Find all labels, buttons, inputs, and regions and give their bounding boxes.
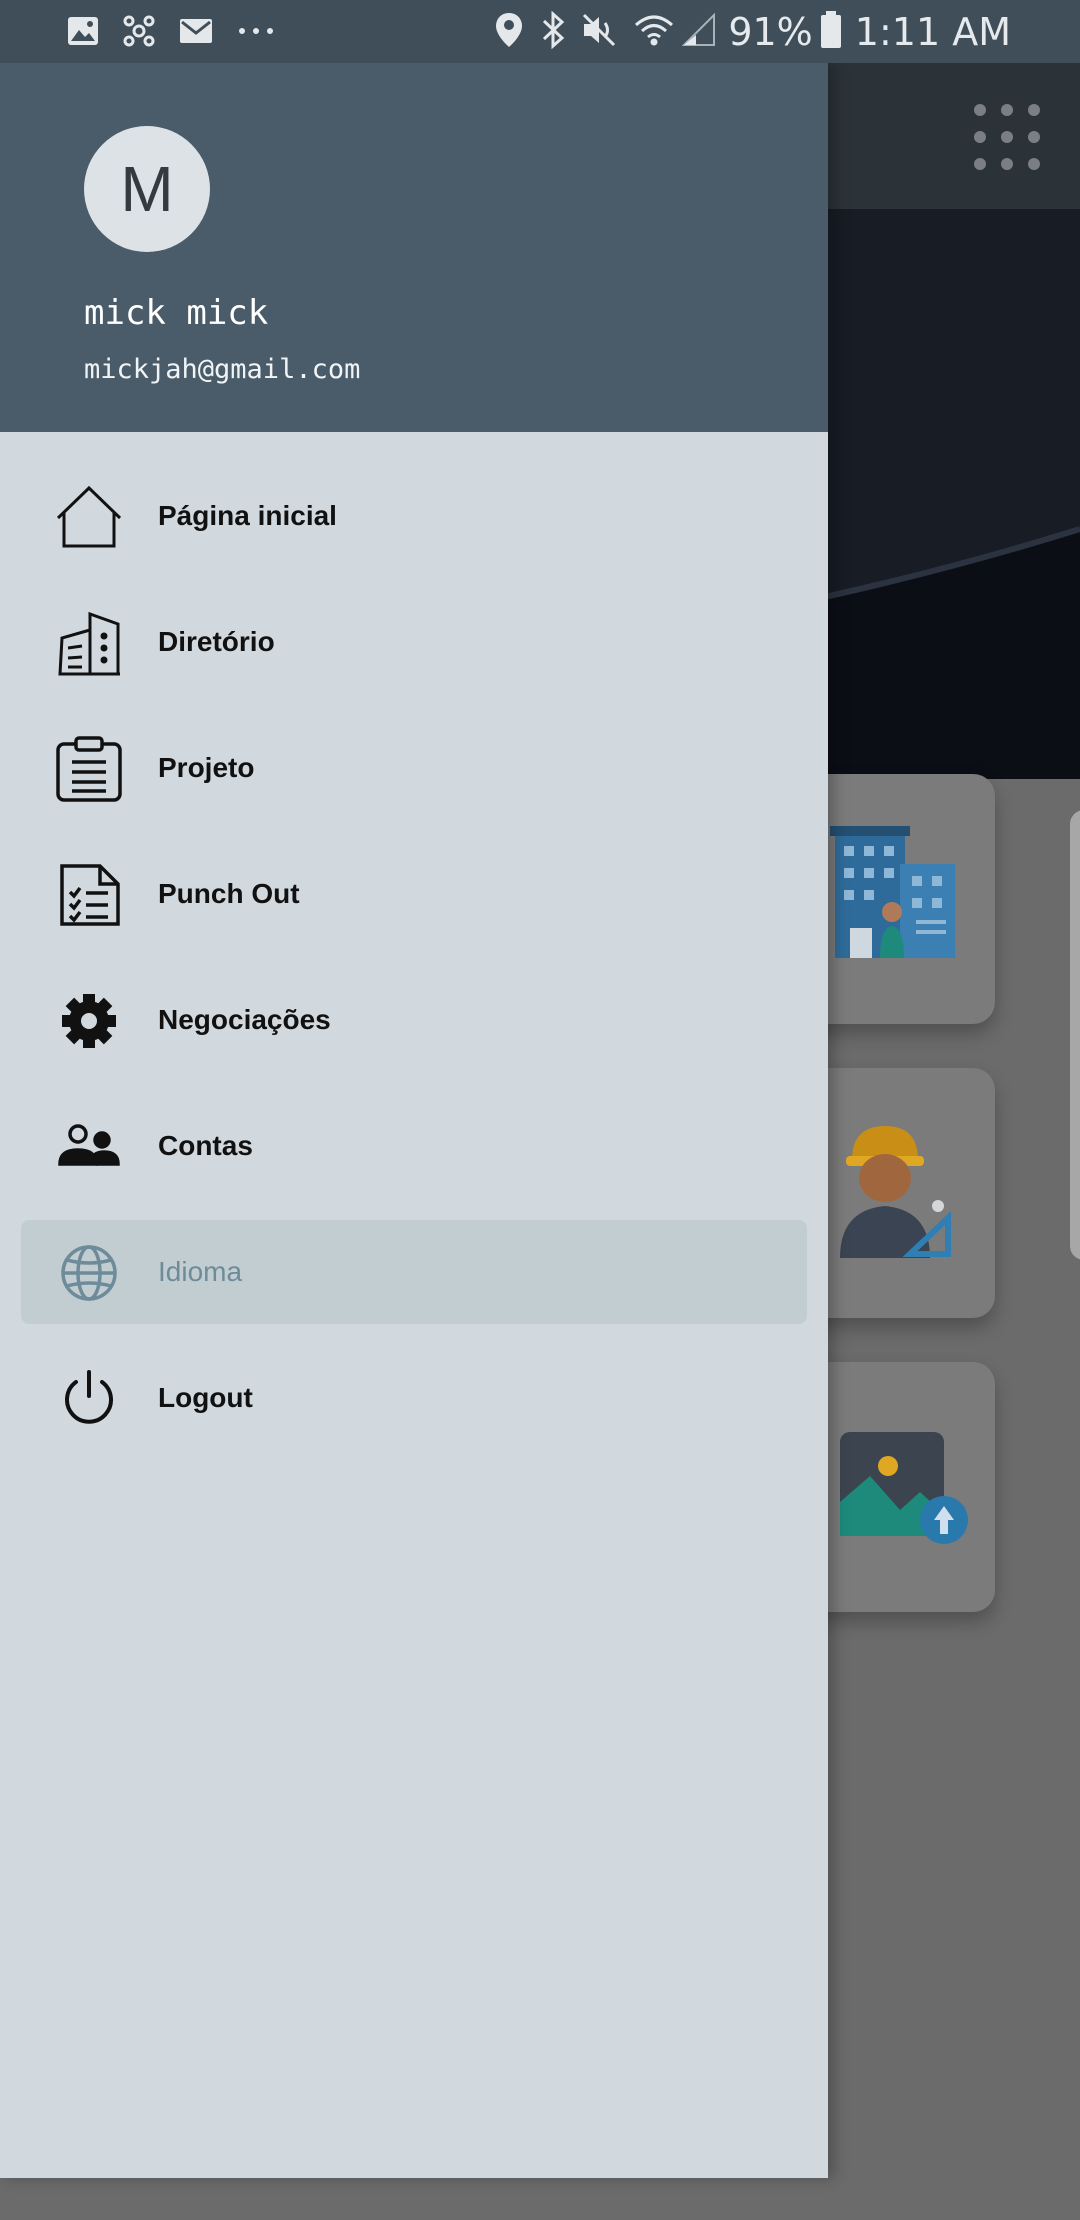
- bluetooth-icon: [540, 10, 566, 54]
- mute-icon: [580, 11, 618, 54]
- home-icon: [56, 484, 122, 550]
- menu-item-negotiations[interactable]: Negociações: [21, 968, 807, 1072]
- avatar[interactable]: M: [84, 126, 210, 252]
- menu-item-label: Página inicial: [158, 500, 337, 531]
- clipboard-icon: [56, 736, 122, 802]
- battery-percent: 91%: [728, 10, 813, 54]
- user-email: mickjah@gmail.com: [84, 354, 361, 385]
- clock: 1:11 AM: [854, 10, 1011, 54]
- menu-item-punch-out[interactable]: Punch Out: [21, 842, 807, 946]
- building-icon: [56, 610, 122, 676]
- checklist-icon: [56, 862, 122, 928]
- engineer-illustration: [830, 1118, 960, 1263]
- user-name: mick mick: [84, 293, 269, 333]
- menu-item-label: Negociações: [158, 1004, 331, 1035]
- more-dots-icon: [236, 14, 276, 53]
- image-upload-illustration: [840, 1432, 980, 1557]
- menu-item-label: Diretório: [158, 626, 275, 657]
- menu-item-label: Punch Out: [158, 878, 300, 909]
- menu-item-label: Idioma: [158, 1256, 243, 1287]
- location-icon: [494, 11, 524, 54]
- side-panel-edge: [1070, 810, 1080, 1260]
- menu-item-logout[interactable]: Logout: [21, 1346, 807, 1450]
- gallery-icon: [66, 14, 100, 53]
- power-icon: [56, 1366, 122, 1432]
- users-icon: [56, 1114, 122, 1180]
- menu-item-project[interactable]: Projeto: [21, 716, 807, 820]
- mail-icon: [178, 14, 214, 53]
- menu-item-accounts[interactable]: Contas: [21, 1094, 807, 1198]
- drawer-header: M mick mick mickjah@gmail.com: [0, 63, 828, 432]
- gear-icon: [56, 988, 122, 1054]
- menu-item-label: Projeto: [158, 752, 255, 783]
- menu-item-language[interactable]: Idioma: [21, 1220, 807, 1324]
- building-illustration: [830, 824, 960, 969]
- menu-item-label: Logout: [158, 1382, 253, 1413]
- status-bar: 91% 1:11 AM: [0, 0, 1080, 63]
- wifi-icon: [632, 11, 676, 54]
- apps-grid-icon[interactable]: [972, 102, 1042, 177]
- signal-icon: [681, 11, 716, 54]
- network-icon: [122, 14, 156, 53]
- menu-item-home[interactable]: Página inicial: [21, 464, 807, 568]
- menu-item-directory[interactable]: Diretório: [21, 590, 807, 694]
- battery-icon: [819, 10, 843, 55]
- navigation-drawer: M mick mick mickjah@gmail.com Página ini…: [0, 63, 828, 2178]
- globe-icon: [56, 1240, 122, 1306]
- menu-item-label: Contas: [158, 1130, 253, 1161]
